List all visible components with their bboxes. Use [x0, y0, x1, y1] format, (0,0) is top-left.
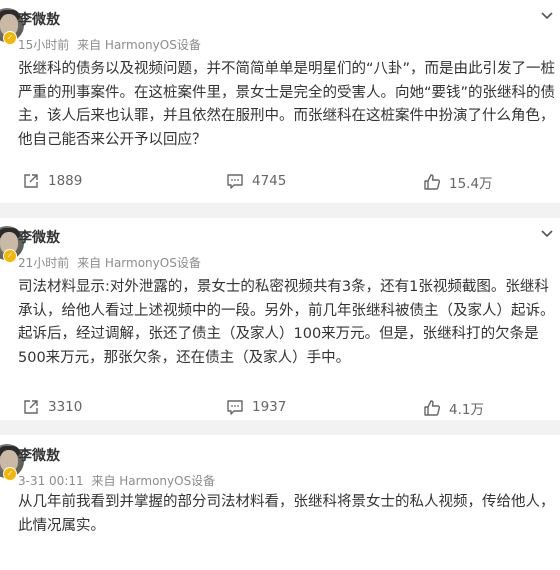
post-time[interactable]: 3-31 00:11	[18, 474, 84, 488]
post-source: 来自 HarmonyOS设备	[91, 474, 216, 488]
share-icon	[24, 174, 38, 188]
weibo-post-1: ✓ 李微敖 15小时前 来自 HarmonyOS设备 张继科的债务以及视频问题，…	[0, 0, 560, 203]
post-time[interactable]: 15小时前	[18, 38, 69, 52]
verified-badge-icon: ✓	[3, 249, 17, 263]
share-icon	[24, 400, 38, 414]
weibo-post-3: ✓ 李微敖 3-31 00:11 来自 HarmonyOS设备 从几年前我看到并…	[0, 436, 560, 570]
weibo-post-2: ✓ 李微敖 21小时前 来自 HarmonyOS设备 司法材料显示:对外泄露的，…	[0, 218, 560, 420]
post-source: 来自 HarmonyOS设备	[77, 256, 201, 270]
like-icon	[424, 174, 441, 190]
like-count: 4.1万	[449, 402, 484, 418]
comment-count: 4745	[252, 173, 287, 189]
like-button[interactable]: 15.4万	[423, 172, 493, 192]
verified-badge-icon: ✓	[3, 31, 17, 45]
comment-button[interactable]: 1937	[226, 398, 286, 416]
post-meta: 15小时前 来自 HarmonyOS设备	[18, 36, 205, 53]
share-count: 3310	[48, 399, 83, 415]
author-name[interactable]: 李微敖	[18, 9, 60, 29]
like-button[interactable]: 4.1万	[423, 398, 484, 418]
share-button[interactable]: 1889	[22, 172, 82, 190]
comment-count: 1937	[252, 399, 287, 415]
author-name[interactable]: 李微敖	[18, 445, 60, 465]
post-actions: 1889 4745 15.4万	[0, 172, 560, 192]
post-text: 从几年前我看到并掌握的部分司法材料看，张继科将景女士的私人视频，传给他人，此情况…	[18, 494, 555, 534]
post-text: 张继科的债务以及视频问题，并不简简单单是明星们的“八卦”，而是由此引发了一桩严重…	[18, 61, 556, 148]
comment-icon	[227, 174, 243, 189]
post-actions: 3310 1937 4.1万	[0, 398, 560, 418]
post-source: 来自 HarmonyOS设备	[77, 38, 201, 52]
chevron-down-icon[interactable]	[540, 226, 554, 240]
verified-badge-icon: ✓	[3, 467, 17, 481]
post-text: 司法材料显示:对外泄露的，景女士的私密视频共有3条，还有1张视频截图。张继科承认…	[18, 279, 555, 366]
like-icon	[424, 400, 441, 416]
post-meta: 21小时前 来自 HarmonyOS设备	[18, 254, 205, 271]
post-meta: 3-31 00:11 来自 HarmonyOS设备	[18, 472, 219, 489]
share-button[interactable]: 3310	[22, 398, 82, 416]
comment-icon	[227, 400, 243, 415]
comment-button[interactable]: 4745	[226, 172, 286, 190]
share-count: 1889	[48, 173, 83, 189]
author-name[interactable]: 李微敖	[18, 227, 60, 247]
post-separator	[0, 203, 560, 218]
like-count: 15.4万	[449, 176, 493, 192]
post-separator	[0, 420, 560, 435]
post-time[interactable]: 21小时前	[18, 256, 69, 270]
chevron-down-icon[interactable]	[540, 8, 554, 22]
